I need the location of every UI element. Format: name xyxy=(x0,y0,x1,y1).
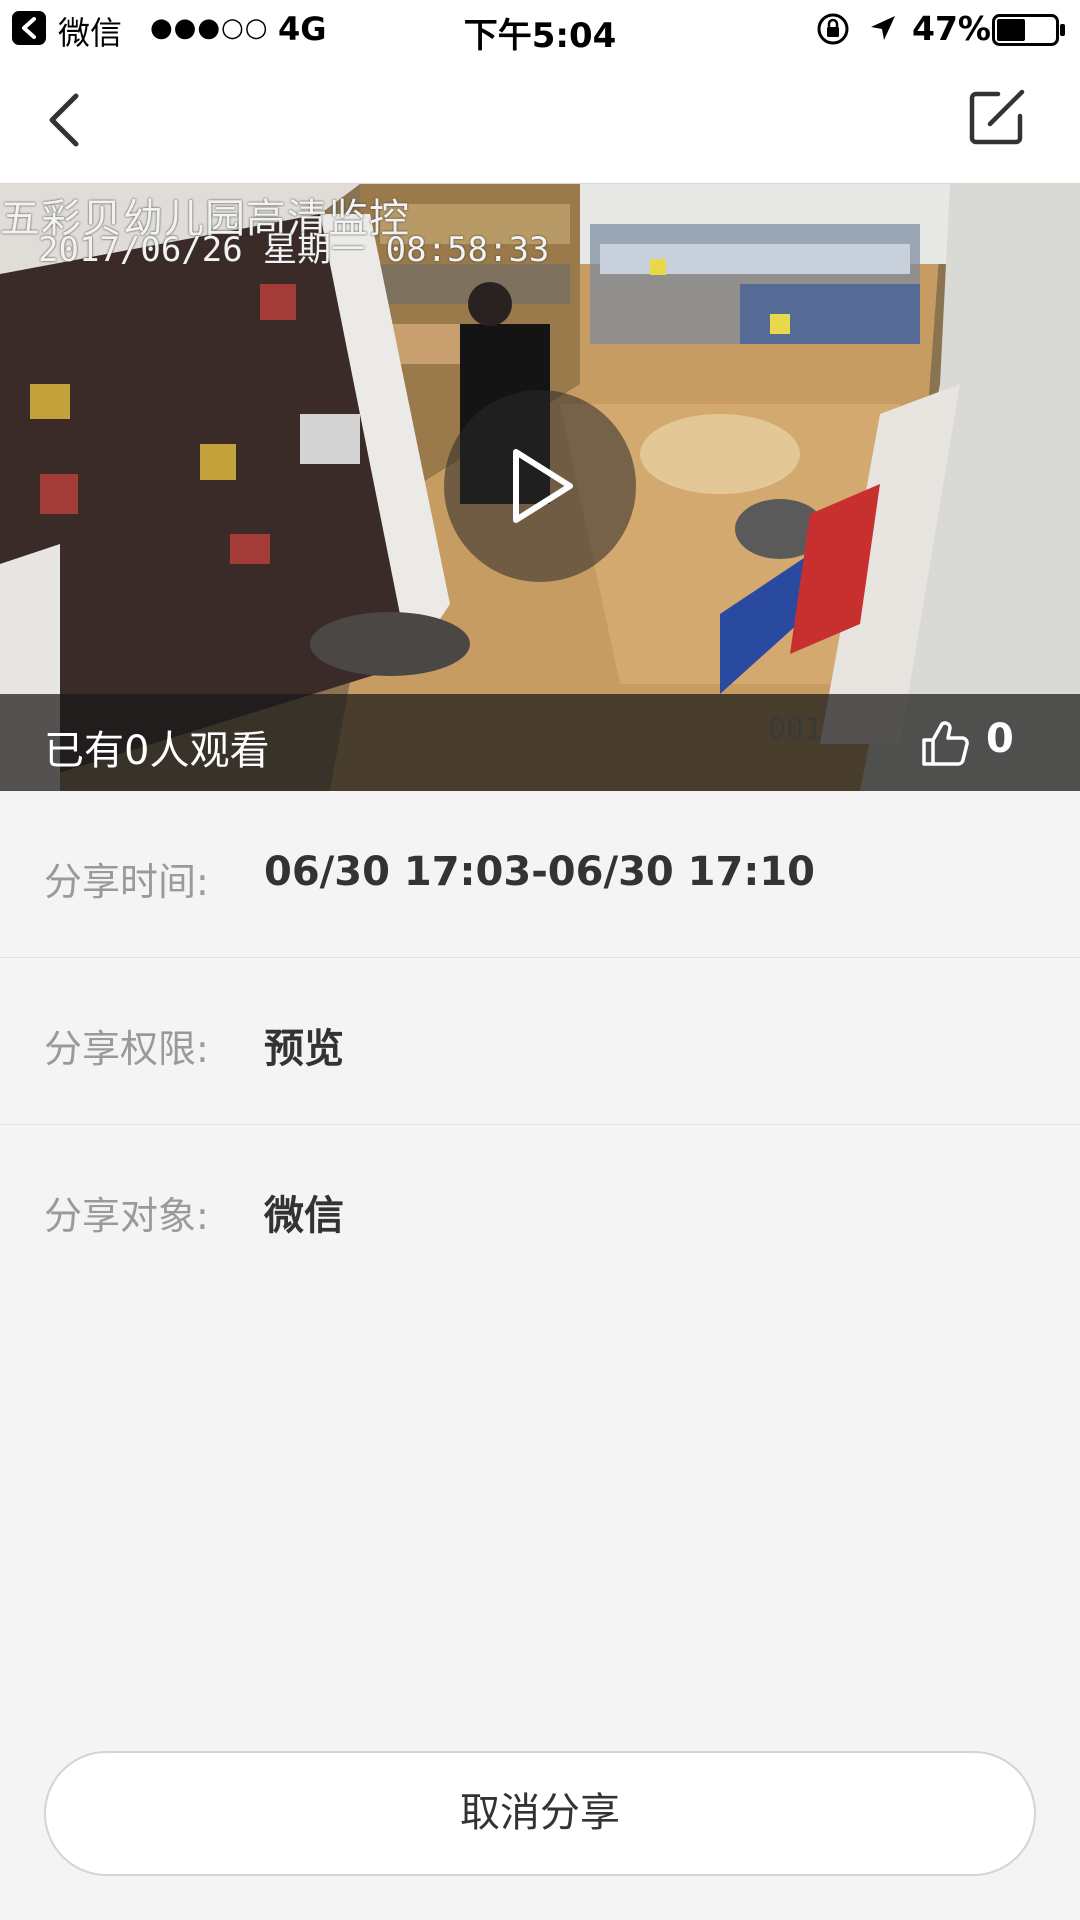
back-button[interactable] xyxy=(40,88,96,152)
play-button[interactable] xyxy=(444,390,636,582)
chevron-left-icon xyxy=(49,93,79,147)
camera-osd-timestamp: 2017/06/26 星期一 08:58:33 xyxy=(38,230,550,270)
share-permission-row: 分享权限: 预览 xyxy=(0,958,1080,1125)
play-icon xyxy=(513,449,573,523)
location-arrow-icon xyxy=(871,16,895,40)
share-target-value: 微信 xyxy=(264,1193,344,1239)
share-time-row: 分享时间: 06/30 17:03-06/30 17:10 xyxy=(0,791,1080,958)
share-permission-value: 预览 xyxy=(264,1026,344,1072)
like-count: 0 xyxy=(986,716,1014,762)
share-time-value: 06/30 17:03-06/30 17:10 xyxy=(264,849,815,895)
navigation-bar xyxy=(0,58,1080,184)
viewer-count: 已有0人观看 xyxy=(44,728,270,774)
surveillance-video-player[interactable]: 五彩贝幼儿园高清监控 2017/06/26 星期一 08:58:33 001 已… xyxy=(0,184,1080,791)
edit-button[interactable] xyxy=(964,86,1028,150)
video-info-bar: 已有0人观看 0 xyxy=(0,694,1080,791)
share-time-label: 分享时间: xyxy=(44,860,209,904)
status-bar: 微信 ●●●○○ 4G 下午5:04 47% xyxy=(0,0,1080,58)
battery-percentage: 47% xyxy=(912,9,991,48)
share-target-label: 分享对象: xyxy=(44,1194,209,1238)
share-permission-label: 分享权限: xyxy=(44,1027,209,1071)
edit-icon xyxy=(969,89,1025,145)
thumbs-up-icon[interactable] xyxy=(920,718,970,768)
rotation-lock-icon xyxy=(817,13,849,45)
cancel-share-button[interactable]: 取消分享 xyxy=(44,1751,1036,1876)
share-target-row: 分享对象: 微信 xyxy=(0,1125,1080,1292)
battery-icon xyxy=(992,14,1065,46)
